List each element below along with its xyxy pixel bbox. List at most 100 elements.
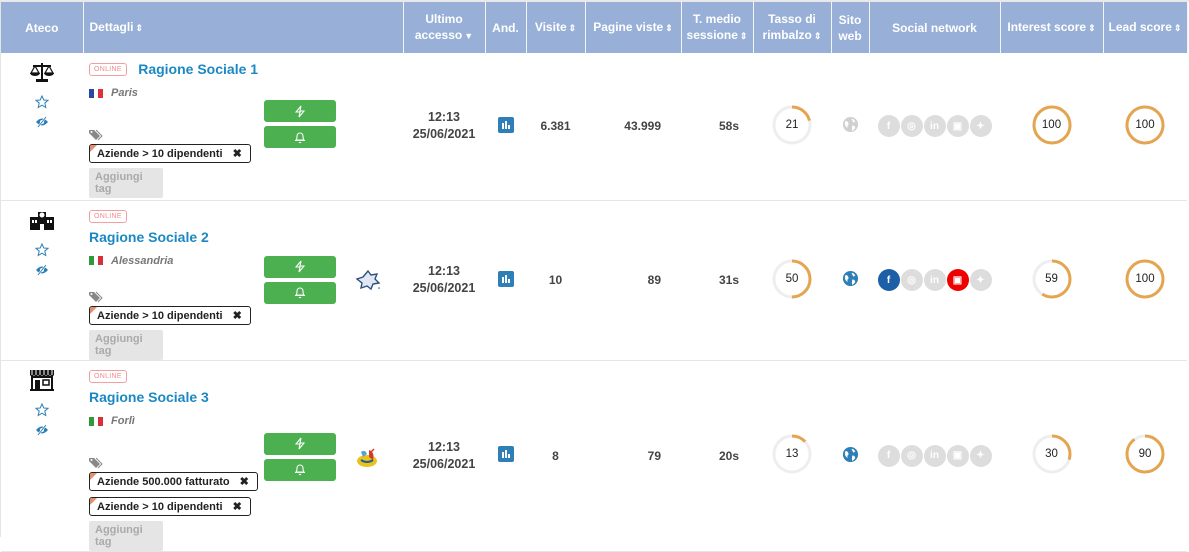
bar-chart-icon[interactable] — [497, 270, 514, 287]
france-flag-icon — [89, 88, 104, 98]
facebook-icon[interactable]: f — [877, 269, 900, 292]
sort-icon[interactable]: ⇕ — [740, 31, 748, 41]
header-social-network: Social network — [869, 2, 1001, 53]
eye-slash-icon[interactable] — [35, 423, 49, 437]
avg-session-cell: 31s — [681, 200, 753, 361]
tags-icon — [89, 291, 103, 303]
company-name-link[interactable]: Ragione Sociale 2 — [89, 229, 403, 245]
notification-button[interactable] — [264, 281, 336, 304]
visits-value: 10 — [548, 273, 563, 288]
remove-tag-icon[interactable]: ✖ — [233, 310, 242, 322]
instagram-icon[interactable]: ◎ — [900, 115, 923, 138]
tags-icon — [89, 457, 103, 469]
twitter-icon[interactable]: ✦ — [969, 115, 992, 138]
social-cell: f ◎ in ▣ ✦ — [869, 53, 1000, 201]
remove-tag-icon[interactable]: ✖ — [240, 476, 249, 488]
notification-button[interactable] — [264, 126, 336, 148]
header-sito-web: Sito web — [831, 2, 870, 53]
add-tag-button[interactable]: Aggiungi tag — [89, 329, 163, 360]
sort-icon[interactable]: ⇕ — [1088, 23, 1096, 33]
table-header-row: Ateco Dettagli ⇕ Ultimo accesso ▼ And. Vis… — [1, 2, 1188, 53]
sort-icon[interactable]: ⇕ — [814, 31, 822, 41]
website-cell — [831, 200, 869, 361]
quick-action-button[interactable] — [264, 100, 336, 122]
interest-score-cell: 100 — [1000, 53, 1103, 201]
bar-chart-icon[interactable] — [497, 446, 514, 463]
header-lead-score[interactable]: Lead score ⇕ — [1103, 2, 1188, 53]
youtube-icon[interactable]: ▣ — [946, 269, 969, 292]
lightning-icon — [295, 437, 305, 450]
page-views-cell: 43.999 — [585, 53, 681, 201]
header-ultimo-accesso[interactable]: Ultimo accesso ▼ — [403, 2, 486, 53]
company-name-link[interactable]: Ragione Sociale 3 — [89, 389, 403, 405]
visits-value: 6.381 — [540, 119, 571, 134]
andamento-cell — [485, 53, 526, 201]
table-row[interactable]: ONLINE Ragione Sociale 3 Forlì Aziende 5… — [1, 360, 1187, 552]
andamento-cell — [485, 200, 526, 361]
quick-action-button[interactable] — [264, 432, 336, 455]
header-pagine-viste[interactable]: Pagine viste ⇕ — [585, 2, 682, 53]
star-icon[interactable] — [35, 242, 49, 257]
globe-icon[interactable] — [842, 270, 859, 287]
header-dettagli[interactable]: Dettagli ⇕ — [83, 2, 404, 53]
last-access-date: 25/06/2021 — [412, 456, 476, 471]
leads-table-container: Ateco Dettagli ⇕ Ultimo accesso ▼ And. Vis… — [0, 0, 1189, 552]
website-cell — [831, 360, 869, 552]
instagram-icon[interactable]: ◎ — [900, 269, 923, 292]
details-cell: ONLINE Ragione Sociale 3 Forlì Aziende 5… — [83, 360, 403, 552]
facebook-icon[interactable]: f — [877, 444, 900, 467]
social-links: f ◎ in ▣ ✦ — [877, 444, 992, 467]
header-interest-score[interactable]: Interest score ⇕ — [1000, 2, 1104, 53]
linkedin-icon[interactable]: in — [923, 444, 946, 467]
sort-icon[interactable]: ⇕ — [1174, 23, 1182, 33]
page-views-value: 79 — [647, 448, 661, 463]
bounce-rate-cell: 50 — [753, 200, 831, 361]
lead-score-cell: 90 — [1103, 360, 1187, 552]
globe-icon[interactable] — [842, 116, 859, 133]
youtube-icon[interactable]: ▣ — [946, 115, 969, 138]
star-icon[interactable] — [35, 402, 49, 417]
company-name-link[interactable]: Ragione Sociale 1 — [138, 61, 258, 77]
globe-icon[interactable] — [842, 446, 859, 463]
remove-tag-icon[interactable]: ✖ — [233, 148, 242, 160]
status-badge: ONLINE — [89, 370, 127, 384]
score-ring: 13 — [772, 434, 812, 474]
sort-desc-icon[interactable]: ▼ — [464, 31, 473, 41]
header-t-medio-sessione[interactable]: T. medio sessione ⇕ — [681, 2, 754, 53]
header-visite[interactable]: Visite ⇕ — [526, 2, 586, 53]
youtube-icon[interactable]: ▣ — [946, 444, 969, 467]
instagram-icon[interactable]: ◎ — [900, 444, 923, 467]
tag-chip: Aziende 500.000 fatturato ✖ — [89, 472, 258, 492]
facebook-icon[interactable]: f — [877, 115, 900, 138]
bar-chart-icon[interactable] — [497, 116, 514, 133]
italy-flag-icon — [89, 256, 104, 266]
eye-slash-icon[interactable] — [35, 263, 49, 277]
sort-icon[interactable]: ⇕ — [665, 23, 673, 33]
city-label: Forlì — [111, 415, 135, 428]
linkedin-icon[interactable]: in — [923, 115, 946, 138]
eye-slash-icon[interactable] — [35, 115, 49, 129]
table-row[interactable]: ONLINE Ragione Sociale 1 Paris Aziende >… — [1, 53, 1187, 201]
score-value: 90 — [1138, 448, 1152, 461]
star-icon[interactable] — [35, 95, 49, 109]
city-label: Alessandria — [111, 254, 174, 267]
notification-button[interactable] — [264, 458, 336, 481]
linkedin-icon[interactable]: in — [923, 269, 946, 292]
sort-icon[interactable]: ⇕ — [569, 23, 577, 33]
add-tag-button[interactable]: Aggiungi tag — [89, 168, 163, 198]
ateco-cell — [1, 53, 83, 201]
twitter-icon[interactable]: ✦ — [969, 269, 992, 292]
score-ring: 50 — [772, 259, 812, 299]
remove-tag-icon[interactable]: ✖ — [233, 501, 242, 513]
social-links: f ◎ in ▣ ✦ — [877, 269, 992, 292]
table-row[interactable]: ONLINE Ragione Sociale 2 Alessandria Azi… — [1, 200, 1187, 361]
sort-icon[interactable]: ⇕ — [136, 23, 144, 33]
twitter-icon[interactable]: ✦ — [969, 444, 992, 467]
header-tasso-rimbalzo[interactable]: Tasso di rimbalzo ⇕ — [753, 2, 832, 53]
leads-table: Ateco Dettagli ⇕ Ultimo accesso ▼ And. Vis… — [1, 2, 1188, 552]
bounce-rate-cell: 13 — [753, 360, 831, 552]
add-tag-button[interactable]: Aggiungi tag — [89, 521, 163, 552]
location: Paris — [89, 87, 403, 99]
last-access-time: 12:13 — [428, 110, 460, 125]
quick-action-button[interactable] — [264, 255, 336, 278]
